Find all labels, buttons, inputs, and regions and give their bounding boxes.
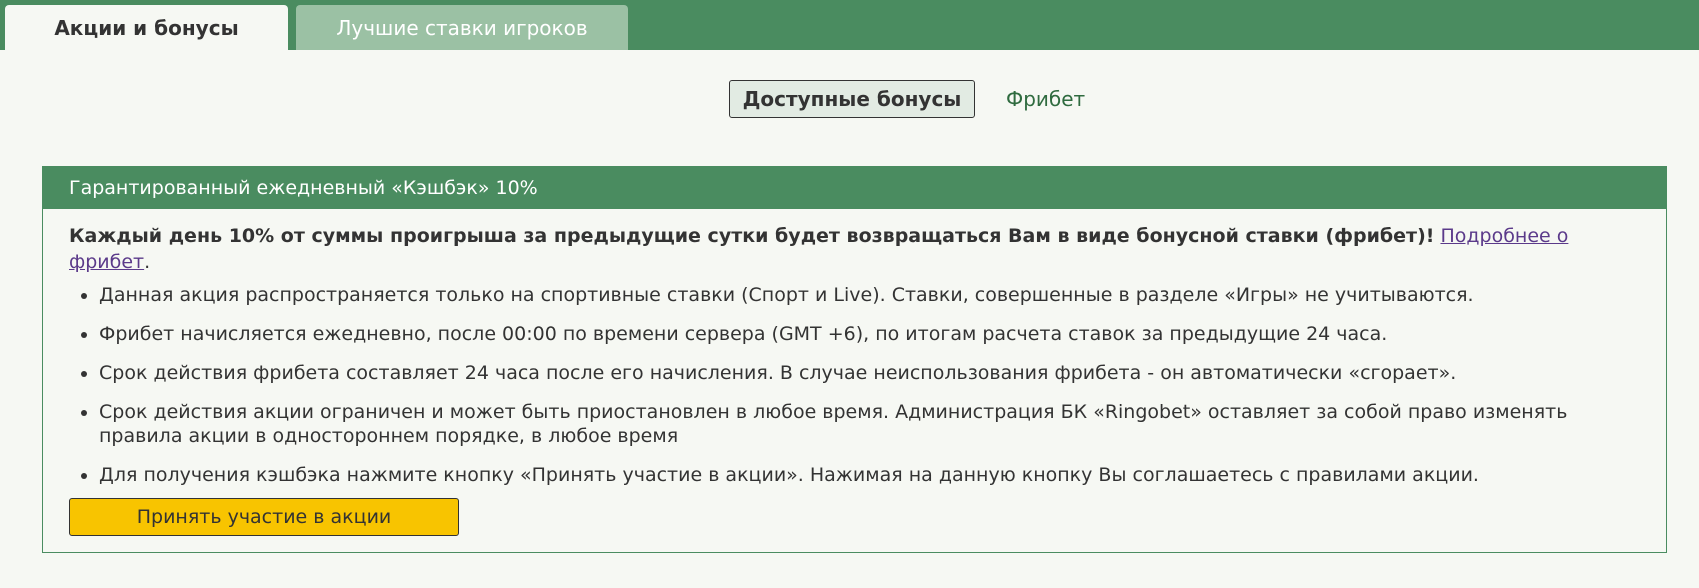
top-tab-bar: Акции и бонусы Лучшие ставки игроков — [0, 0, 1699, 50]
tab-best-player-bets-label: Лучшие ставки игроков — [336, 15, 588, 40]
list-item: Срок действия фрибета составляет 24 часа… — [99, 361, 1640, 385]
subtab-available-bonuses-label: Доступные бонусы — [742, 87, 962, 111]
join-promo-button-label: Принять участие в акции — [136, 506, 392, 528]
subtab-bar: Доступные бонусы Фрибет — [0, 80, 1699, 118]
list-item: Данная акция распространяется только на … — [99, 283, 1640, 307]
promo-card-header: Гарантированный ежедневный «Кэшбэк» 10% — [43, 167, 1666, 209]
subtab-freebet[interactable]: Фрибет — [1006, 80, 1085, 118]
promo-card: Гарантированный ежедневный «Кэшбэк» 10% … — [42, 166, 1667, 553]
promo-lead-tail: . — [144, 251, 151, 273]
promo-lead-text: Каждый день 10% от суммы проигрыша за пр… — [69, 225, 1435, 247]
subtab-available-bonuses[interactable]: Доступные бонусы — [729, 80, 975, 118]
promo-title: Гарантированный ежедневный «Кэшбэк» 10% — [69, 177, 538, 199]
promo-lead: Каждый день 10% от суммы проигрыша за пр… — [69, 223, 1640, 275]
tab-promotions-bonuses[interactable]: Акции и бонусы — [5, 5, 288, 50]
list-item: Срок действия акции ограничен и может бы… — [99, 400, 1640, 448]
promo-rules-list: Данная акция распространяется только на … — [69, 283, 1640, 487]
tab-promotions-bonuses-label: Акции и бонусы — [54, 15, 239, 40]
list-item: Фрибет начисляется ежедневно, после 00:0… — [99, 322, 1640, 346]
tab-best-player-bets[interactable]: Лучшие ставки игроков — [296, 5, 628, 50]
subtab-freebet-label: Фрибет — [1006, 87, 1086, 111]
join-promo-button[interactable]: Принять участие в акции — [69, 498, 459, 536]
promo-card-body: Каждый день 10% от суммы проигрыша за пр… — [43, 209, 1666, 536]
list-item: Для получения кэшбэка нажмите кнопку «Пр… — [99, 463, 1640, 487]
